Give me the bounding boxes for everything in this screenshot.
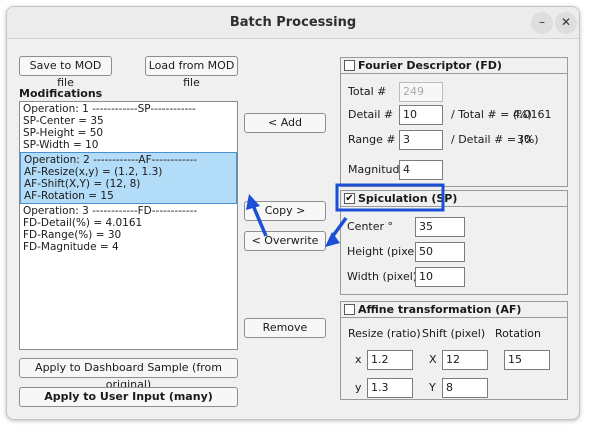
af-rotation-label: Rotation [495, 327, 542, 340]
modifications-list[interactable]: Operation: 1 ------------SP------------ … [19, 101, 238, 350]
af-shift-x-label: X [429, 353, 437, 366]
sp-title: Spiculation (SP) [358, 192, 458, 205]
fd-range-ratio-value: 30 [517, 133, 531, 146]
load-mod-file-button[interactable]: Load from MOD file [145, 56, 238, 89]
op-line: AF-Resize(x,y) = (1.2, 1.3) [24, 166, 163, 178]
af-checkbox[interactable] [344, 304, 355, 315]
fd-detail-field[interactable]: 10 [399, 105, 443, 125]
save-mod-file-button[interactable]: Save to MOD file [19, 56, 112, 89]
sp-height-field[interactable]: 50 [415, 242, 465, 262]
af-shift-x-field[interactable]: 12 [442, 350, 488, 370]
op-line: SP-Width = 10 [23, 139, 99, 151]
af-shift-y-field[interactable]: 8 [442, 378, 488, 398]
af-x-label: x [355, 353, 362, 366]
op-line: SP-Height = 50 [23, 127, 104, 139]
fd-group-header: Fourier Descriptor (FD) [341, 58, 567, 74]
op-line: AF-Rotation = 15 [24, 190, 114, 202]
title-bar: Batch Processing – ✕ [7, 7, 579, 39]
af-rotation-field[interactable]: 15 [504, 350, 550, 370]
op-line: Operation: 3 ------------FD------------ [23, 205, 198, 217]
op-line: FD-Detail(%) = 4.0161 [23, 217, 143, 229]
sp-group-header: ✔ Spiculation (SP) [341, 191, 567, 207]
list-item-operation-1[interactable]: Operation: 1 ------------SP------------ … [20, 102, 237, 152]
list-item-operation-2-selected[interactable]: Operation: 2 ------------AF------------ … [20, 152, 237, 204]
fd-magnitude-field[interactable]: 4 [399, 160, 443, 180]
op-line: Operation: 1 ------------SP------------ [23, 103, 196, 115]
fd-magnitude-label: Magnitude [348, 163, 407, 176]
af-shift-y-label: Y [429, 381, 436, 394]
fd-range-field[interactable]: 3 [399, 130, 443, 150]
batch-processing-window: Batch Processing – ✕ Save to MOD file Lo… [6, 6, 580, 420]
op-line: Operation: 2 ------------AF------------ [24, 154, 198, 166]
minimize-icon[interactable]: – [531, 12, 553, 34]
af-resize-label: Resize (ratio) [348, 327, 421, 340]
af-group: Affine transformation (AF) Resize (ratio… [340, 301, 568, 400]
op-line: FD-Magnitude = 4 [23, 241, 119, 253]
apply-dashboard-sample-button[interactable]: Apply to Dashboard Sample (from original… [19, 358, 238, 391]
sp-center-field[interactable]: 35 [415, 217, 465, 237]
fd-group: Fourier Descriptor (FD) Total # 249 Deta… [340, 57, 568, 187]
apply-user-input-button[interactable]: Apply to User Input (many) [19, 387, 238, 407]
fd-detail-label: Detail # [348, 108, 394, 121]
fd-detail-ratio-value: 4.0161 [513, 108, 552, 121]
copy-button[interactable]: Copy > [244, 201, 326, 221]
sp-center-label: Center ° [347, 220, 394, 233]
modifications-heading: Modifications [19, 87, 103, 100]
sp-checkbox[interactable]: ✔ [344, 193, 355, 204]
sp-width-field[interactable]: 10 [415, 267, 465, 287]
af-group-header: Affine transformation (AF) [341, 302, 567, 318]
fd-range-label: Range # [348, 133, 396, 146]
list-item-operation-3[interactable]: Operation: 3 ------------FD------------ … [20, 204, 237, 254]
window-title: Batch Processing [229, 15, 357, 30]
sp-group: ✔ Spiculation (SP) Center ° 35 Height (p… [340, 190, 568, 295]
af-title: Affine transformation (AF) [358, 303, 522, 316]
sp-width-label: Width (pixel) [347, 270, 418, 283]
af-resize-y-field[interactable]: 1.3 [367, 378, 413, 398]
remove-button[interactable]: Remove [244, 318, 326, 338]
op-line: SP-Center = 35 [23, 115, 104, 127]
af-y-label: y [355, 381, 362, 394]
add-button[interactable]: < Add [244, 113, 326, 133]
close-icon[interactable]: ✕ [555, 12, 577, 34]
fd-total-label: Total # [348, 85, 387, 98]
fd-checkbox[interactable] [344, 60, 355, 71]
af-resize-x-field[interactable]: 1.2 [367, 350, 413, 370]
fd-title: Fourier Descriptor (FD) [358, 59, 502, 72]
overwrite-button[interactable]: < Overwrite [244, 231, 326, 251]
sp-height-label: Height (pixel) [347, 245, 422, 258]
op-line: FD-Range(%) = 30 [23, 229, 122, 241]
op-line: AF-Shift(X,Y) = (12, 8) [24, 178, 141, 190]
af-shift-label: Shift (pixel) [422, 327, 486, 340]
fd-total-field: 249 [399, 82, 443, 102]
